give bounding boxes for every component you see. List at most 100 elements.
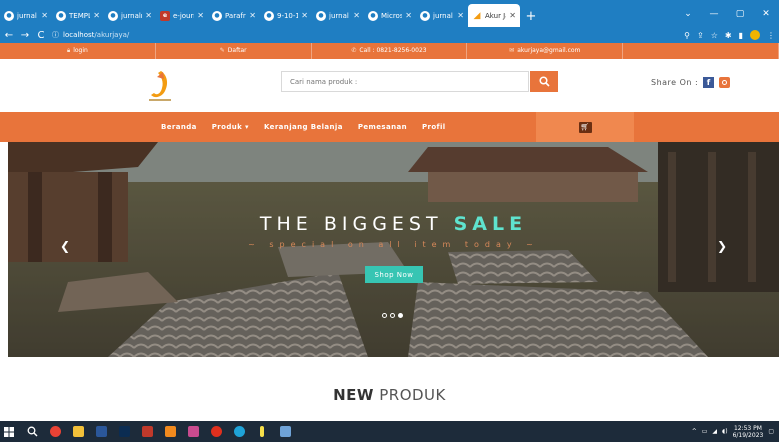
close-icon[interactable]: ✕ (197, 11, 204, 20)
call-info: ✆ Call : 0821-8256-0023 (312, 43, 468, 59)
close-icon[interactable]: ✕ (353, 11, 360, 20)
close-window-icon[interactable]: ✕ (753, 9, 779, 19)
file-explorer-icon[interactable] (69, 421, 87, 442)
slider-prev-icon[interactable]: ❮ (60, 239, 70, 253)
globe-icon: ● (316, 10, 326, 21)
url-field[interactable]: ⓘ localhost/akurjaya/ (52, 28, 678, 42)
browser-tab-strip: ●jurnal ti✕ ●TEMPLA✕ ●jurnalm✕ ee-journ✕… (0, 0, 779, 27)
tray-chevron-icon[interactable]: ^ (692, 428, 697, 435)
sidebar-icon[interactable]: ▮ (739, 31, 743, 40)
envelope-icon: ✉ (509, 47, 515, 54)
photoshop-icon[interactable] (115, 421, 133, 442)
new-tab-button[interactable]: + (520, 5, 542, 27)
address-bar: ← → C ⓘ localhost/akurjaya/ ⚲ ⇪ ☆ ✱ ▮ ⋮ (0, 27, 779, 43)
top-contact-bar: 🔒︎ login ✎ Daftar ✆ Call : 0821-8256-0023 ✉… (0, 43, 779, 59)
globe-icon: ● (212, 10, 222, 21)
slider-dot-active[interactable] (398, 313, 403, 318)
battery-icon[interactable]: ▭ (702, 428, 708, 435)
nav-links: Beranda Produk ▾ Keranjang Belanja Pemes… (161, 112, 446, 142)
email-info: ✉ akurjaya@gmail.com (467, 43, 624, 59)
minimize-icon[interactable]: — (701, 9, 727, 19)
browser-tab[interactable]: ● jurnal ✕ (312, 4, 364, 27)
windows-start-icon[interactable] (0, 421, 18, 442)
close-icon[interactable]: ✕ (301, 11, 308, 20)
doc-icon: e (160, 10, 170, 21)
phone-icon: ✆ (351, 47, 357, 54)
close-icon[interactable]: ✕ (509, 11, 516, 20)
close-icon[interactable]: ✕ (41, 11, 48, 20)
opera-icon[interactable] (207, 421, 225, 442)
bookmark-star-icon[interactable]: ☆ (711, 31, 718, 40)
browser-tab[interactable]: ● 9-10-1 ✕ (260, 4, 312, 27)
globe-icon: ● (264, 10, 274, 21)
browser-tab[interactable]: ●Parafras✕ (208, 4, 260, 27)
close-icon[interactable]: ✕ (249, 11, 256, 20)
close-icon[interactable]: ✕ (93, 11, 100, 20)
nav-item-beranda[interactable]: Beranda (161, 123, 197, 131)
browser-tab[interactable]: ●jurnal ti✕ (0, 4, 52, 27)
forward-icon[interactable]: → (20, 30, 30, 41)
browser-tab[interactable]: ● jurnal ✕ (416, 4, 468, 27)
notification-icon[interactable]: ▢ (768, 428, 774, 435)
app-blue-icon[interactable] (276, 421, 294, 442)
hero-subtitle: ~ special on all item today ~ (248, 240, 539, 249)
url-path: /akurjaya/ (94, 31, 130, 39)
sublime-icon[interactable] (161, 421, 179, 442)
app-red-icon[interactable] (138, 421, 156, 442)
close-icon[interactable]: ✕ (457, 11, 464, 20)
nav-item-profil[interactable]: Profil (422, 123, 446, 131)
slider-dot[interactable] (382, 313, 387, 318)
close-icon[interactable]: ✕ (405, 11, 412, 20)
menu-dots-icon[interactable]: ⋮ (767, 31, 775, 40)
search-taskbar-icon[interactable] (23, 421, 41, 442)
search-box[interactable] (281, 71, 529, 92)
chrome-icon[interactable] (46, 421, 64, 442)
shop-now-button[interactable]: Shop Now (365, 266, 423, 283)
browser-tab-active[interactable]: ◢Akur Ja✕ (468, 4, 520, 27)
lock-icon: 🔒︎ (66, 47, 71, 54)
instagram-icon[interactable] (719, 77, 731, 88)
window-controls: ⌄ — ▢ ✕ (675, 0, 779, 27)
nav-item-produk[interactable]: Produk ▾ (212, 123, 249, 131)
daftar-link[interactable]: ✎ Daftar (156, 43, 312, 59)
word-icon[interactable] (92, 421, 110, 442)
nav-item-keranjang-belanja[interactable]: Keranjang Belanja (264, 123, 343, 131)
browser-tab[interactable]: ee-journ✕ (156, 4, 208, 27)
clock[interactable]: 12:53 PM 6/19/2023 (733, 425, 764, 439)
hero-title-sale: SALE (453, 213, 528, 235)
tab-search-icon[interactable]: ⌄ (675, 9, 701, 19)
edge-icon[interactable] (230, 421, 248, 442)
search-icon (538, 76, 550, 87)
volume-icon[interactable]: ◖) (722, 428, 728, 435)
reload-icon[interactable]: C (36, 30, 46, 41)
globe-icon: ● (108, 10, 118, 21)
app-yellow-icon[interactable] (253, 421, 271, 442)
network-icon[interactable]: ◢ (712, 428, 717, 435)
facebook-icon[interactable]: f (703, 77, 715, 88)
maximize-icon[interactable]: ▢ (727, 9, 753, 19)
extensions-icon[interactable]: ✱ (725, 31, 732, 40)
login-link[interactable]: 🔒︎ login (0, 43, 156, 59)
search-input[interactable] (290, 77, 528, 86)
cart-icon[interactable]: 🛒︎ (578, 121, 592, 133)
info-icon[interactable]: ⓘ (52, 30, 59, 40)
slider-dot[interactable] (390, 313, 395, 318)
close-icon[interactable]: ✕ (145, 11, 152, 20)
globe-icon: ● (56, 10, 66, 21)
nav-item-pemesanan[interactable]: Pemesanan (358, 123, 407, 131)
share-page-icon[interactable]: ⇪ (697, 31, 704, 40)
browser-tab[interactable]: ●TEMPLA✕ (52, 4, 104, 27)
browser-tab[interactable]: ●Microso✕ (364, 4, 416, 27)
search-button[interactable] (530, 71, 558, 92)
back-icon[interactable]: ← (4, 30, 14, 41)
profile-avatar-icon[interactable] (750, 30, 760, 40)
photos-icon[interactable] (184, 421, 202, 442)
globe-icon: ● (368, 10, 378, 21)
akurjaya-logo[interactable] (145, 69, 175, 105)
cart-area[interactable]: 🛒︎ (536, 112, 634, 142)
zoom-icon[interactable]: ⚲ (684, 31, 690, 40)
system-tray: ^ ▭ ◢ ◖) 12:53 PM 6/19/2023 ▢ (692, 425, 779, 439)
akurjaya-icon: ◢ (473, 10, 481, 21)
browser-tab[interactable]: ●jurnalm✕ (104, 4, 156, 27)
slider-next-icon[interactable]: ❯ (717, 239, 727, 253)
